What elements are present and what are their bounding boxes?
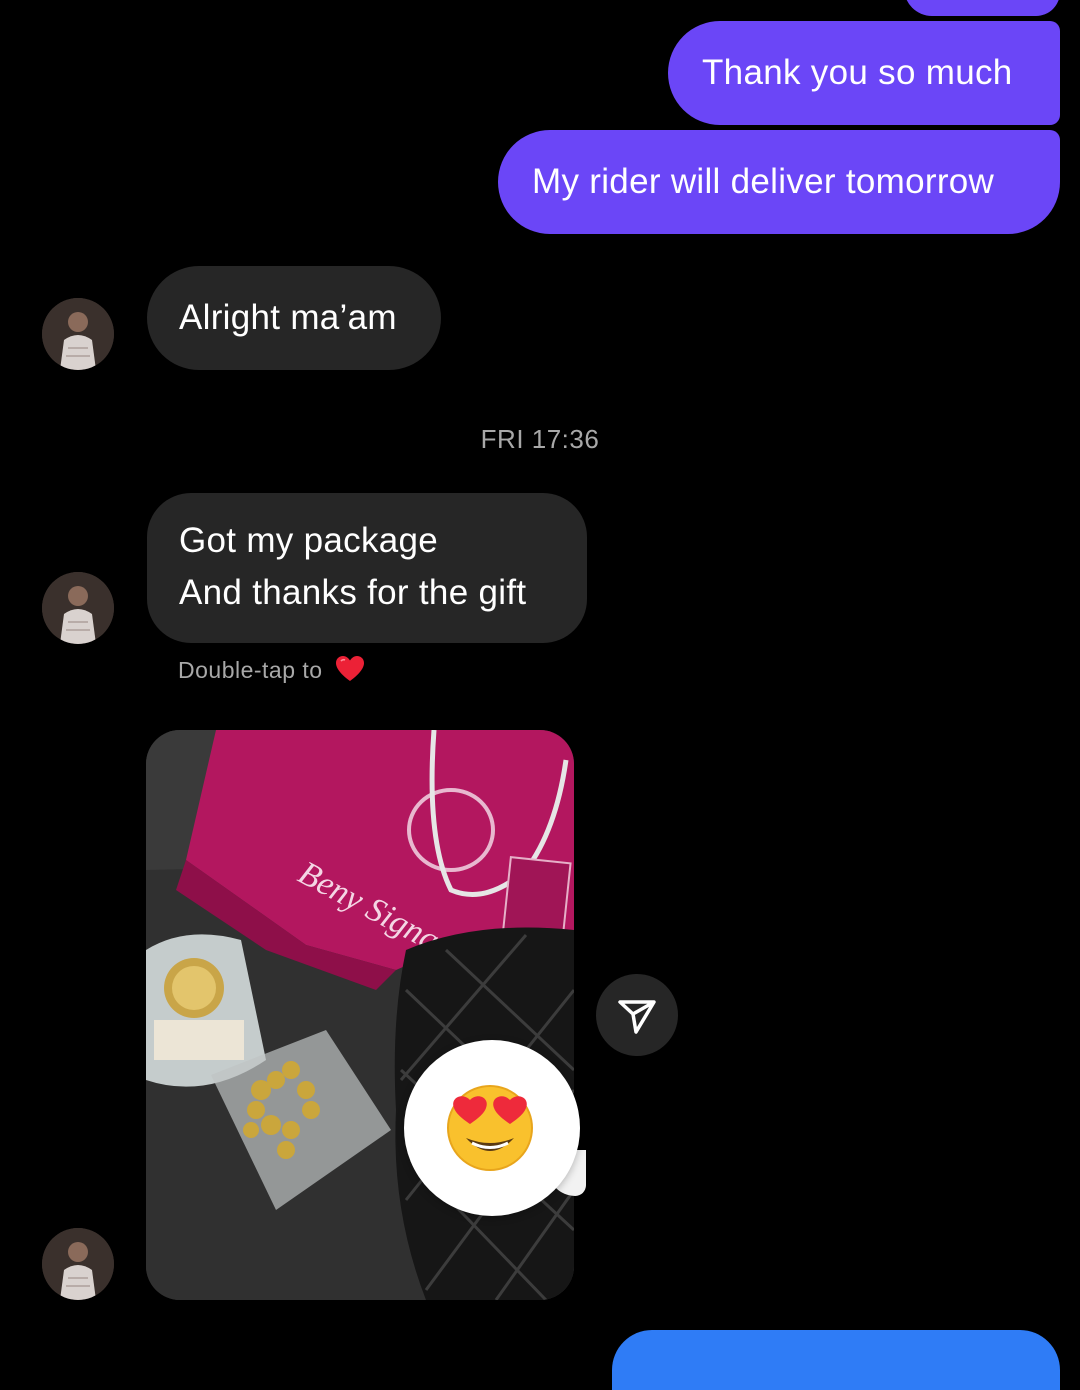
reaction-bubble[interactable] — [404, 1040, 580, 1216]
received-message[interactable]: Got my package And thanks for the gift — [147, 493, 587, 643]
avatar-photo-icon — [42, 298, 114, 370]
red-heart-icon — [336, 656, 365, 681]
chat-timestamp: FRI 17:36 — [480, 424, 600, 454]
share-button[interactable] — [596, 974, 678, 1056]
heart-eyes-emoji-icon — [447, 1085, 533, 1171]
avatar-photo-icon — [42, 1228, 114, 1300]
hint-text: Double-tap to — [178, 657, 323, 683]
contact-avatar[interactable] — [42, 1228, 114, 1300]
sent-message[interactable]: Thank you so much — [668, 21, 1060, 125]
paper-plane-icon — [618, 1000, 656, 1034]
message-text-line: Got my package — [179, 521, 439, 560]
received-message[interactable]: Alright ma’am — [147, 266, 441, 370]
contact-avatar[interactable] — [42, 572, 114, 644]
message-text: Thank you so much — [702, 53, 1013, 92]
message-text-line: And thanks for the gift — [179, 573, 527, 612]
avatar-photo-icon — [42, 572, 114, 644]
contact-avatar[interactable] — [42, 298, 114, 370]
message-text: My rider will deliver tomorrow — [532, 162, 995, 201]
sent-message-partial[interactable] — [904, 0, 1060, 16]
message-text: Alright ma’am — [179, 298, 397, 337]
sent-message[interactable]: My rider will deliver tomorrow — [498, 130, 1060, 234]
double-tap-hint: Double-tap to — [178, 655, 365, 684]
sent-message-partial[interactable] — [612, 1330, 1060, 1390]
